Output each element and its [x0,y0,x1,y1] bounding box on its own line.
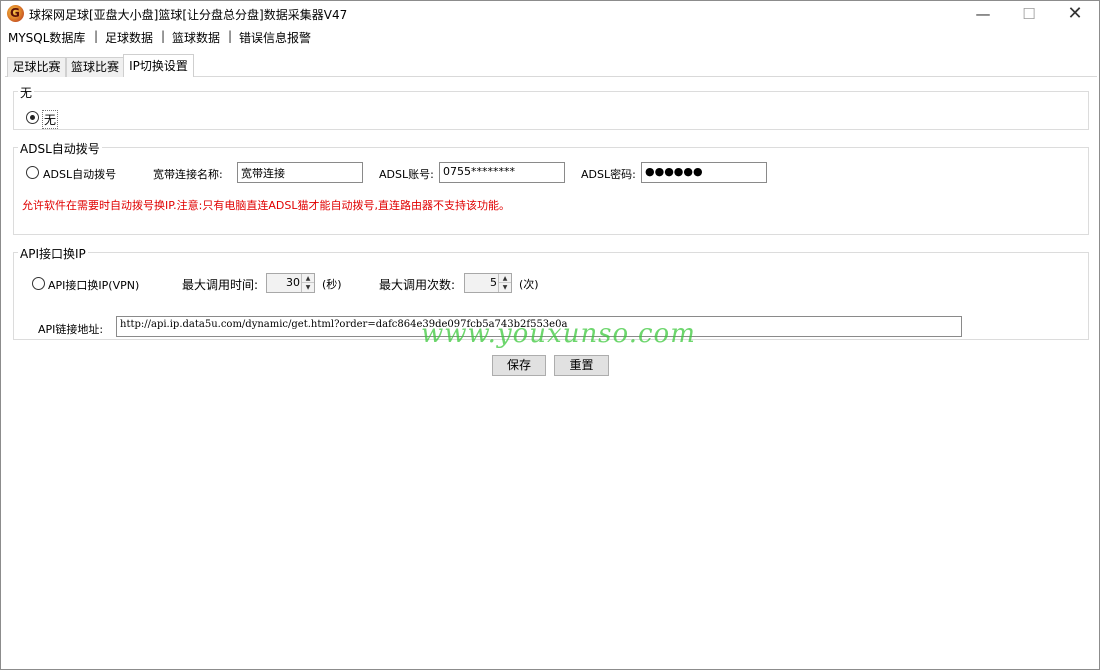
spin-up-icon[interactable]: ▲ [302,274,314,283]
save-button[interactable]: 保存 [492,355,546,376]
menu-mysql[interactable]: MYSQL数据库 [8,29,85,46]
max-time-value: 30 [286,276,300,289]
adsl-account-label: ADSL账号: [379,168,434,181]
max-time-unit: (秒) [322,278,342,291]
group-none [13,91,1089,130]
max-time-spinner[interactable]: 30 ▲ ▼ [266,273,315,293]
tab-football[interactable]: 足球比赛 [7,57,66,77]
max-count-spin-buttons: ▲ ▼ [498,274,511,292]
minimize-button[interactable]: — [960,1,1006,27]
api-radio-label[interactable]: API接口换IP(VPN) [48,277,139,293]
title-bar[interactable]: G 球探网足球[亚盘大小盘]篮球[让分盘总分盘]数据采集器V47 — ☐ ✕ [1,1,1099,27]
close-button[interactable]: ✕ [1052,1,1098,27]
adsl-radio[interactable] [26,166,39,179]
menu-separator: | [94,29,99,43]
none-radio-label[interactable]: 无 [42,110,59,129]
max-count-label: 最大调用次数: [379,278,456,292]
max-time-label: 最大调用时间: [182,278,259,292]
max-time-spin-buttons: ▲ ▼ [301,274,314,292]
group-none-title: 无 [18,84,35,101]
max-count-spinner[interactable]: 5 ▲ ▼ [464,273,512,293]
api-radio[interactable] [32,277,45,290]
adsl-password-input[interactable]: ●●●●●● [641,162,767,183]
menu-error-alert[interactable]: 错误信息报警 [239,29,311,46]
none-radio[interactable] [26,111,39,124]
menu-separator: | [161,29,166,43]
app-window: G 球探网足球[亚盘大小盘]篮球[让分盘总分盘]数据采集器V47 — ☐ ✕ M… [0,0,1100,670]
menu-bar: MYSQL数据库 | 足球数据 | 篮球数据 | 错误信息报警 [1,27,1099,47]
adsl-password-label: ADSL密码: [581,168,636,181]
conn-name-label: 宽带连接名称: [153,168,223,181]
adsl-account-input[interactable]: 0755******** [439,162,565,183]
tab-ip-settings[interactable]: IP切换设置 [123,54,194,77]
group-api-title: API接口换IP [18,245,88,262]
conn-name-input[interactable]: 宽带连接 [237,162,363,183]
max-count-value: 5 [490,276,497,289]
app-logo-icon: G [7,5,24,22]
window-title: 球探网足球[亚盘大小盘]篮球[让分盘总分盘]数据采集器V47 [29,8,348,22]
watermark-text: www.youxunso.com [421,319,696,349]
adsl-radio-label[interactable]: ADSL自动拨号 [43,166,116,182]
api-url-label: API链接地址: [38,323,104,336]
reset-button[interactable]: 重置 [554,355,609,376]
max-count-unit: (次) [519,278,539,291]
tab-basketball[interactable]: 篮球比赛 [66,57,124,77]
group-adsl-title: ADSL自动拨号 [18,140,102,157]
menu-football-data[interactable]: 足球数据 [105,29,153,46]
maximize-button[interactable]: ☐ [1006,1,1052,27]
spin-up-icon[interactable]: ▲ [499,274,511,283]
group-adsl [13,147,1089,235]
adsl-warning-text: 允许软件在需要时自动拨号换IP.注意:只有电脑直连ADSL猫才能自动拨号,直连路… [22,199,510,212]
menu-separator: | [228,29,233,43]
spin-down-icon[interactable]: ▼ [302,283,314,292]
menu-basketball-data[interactable]: 篮球数据 [172,29,220,46]
spin-down-icon[interactable]: ▼ [499,283,511,292]
